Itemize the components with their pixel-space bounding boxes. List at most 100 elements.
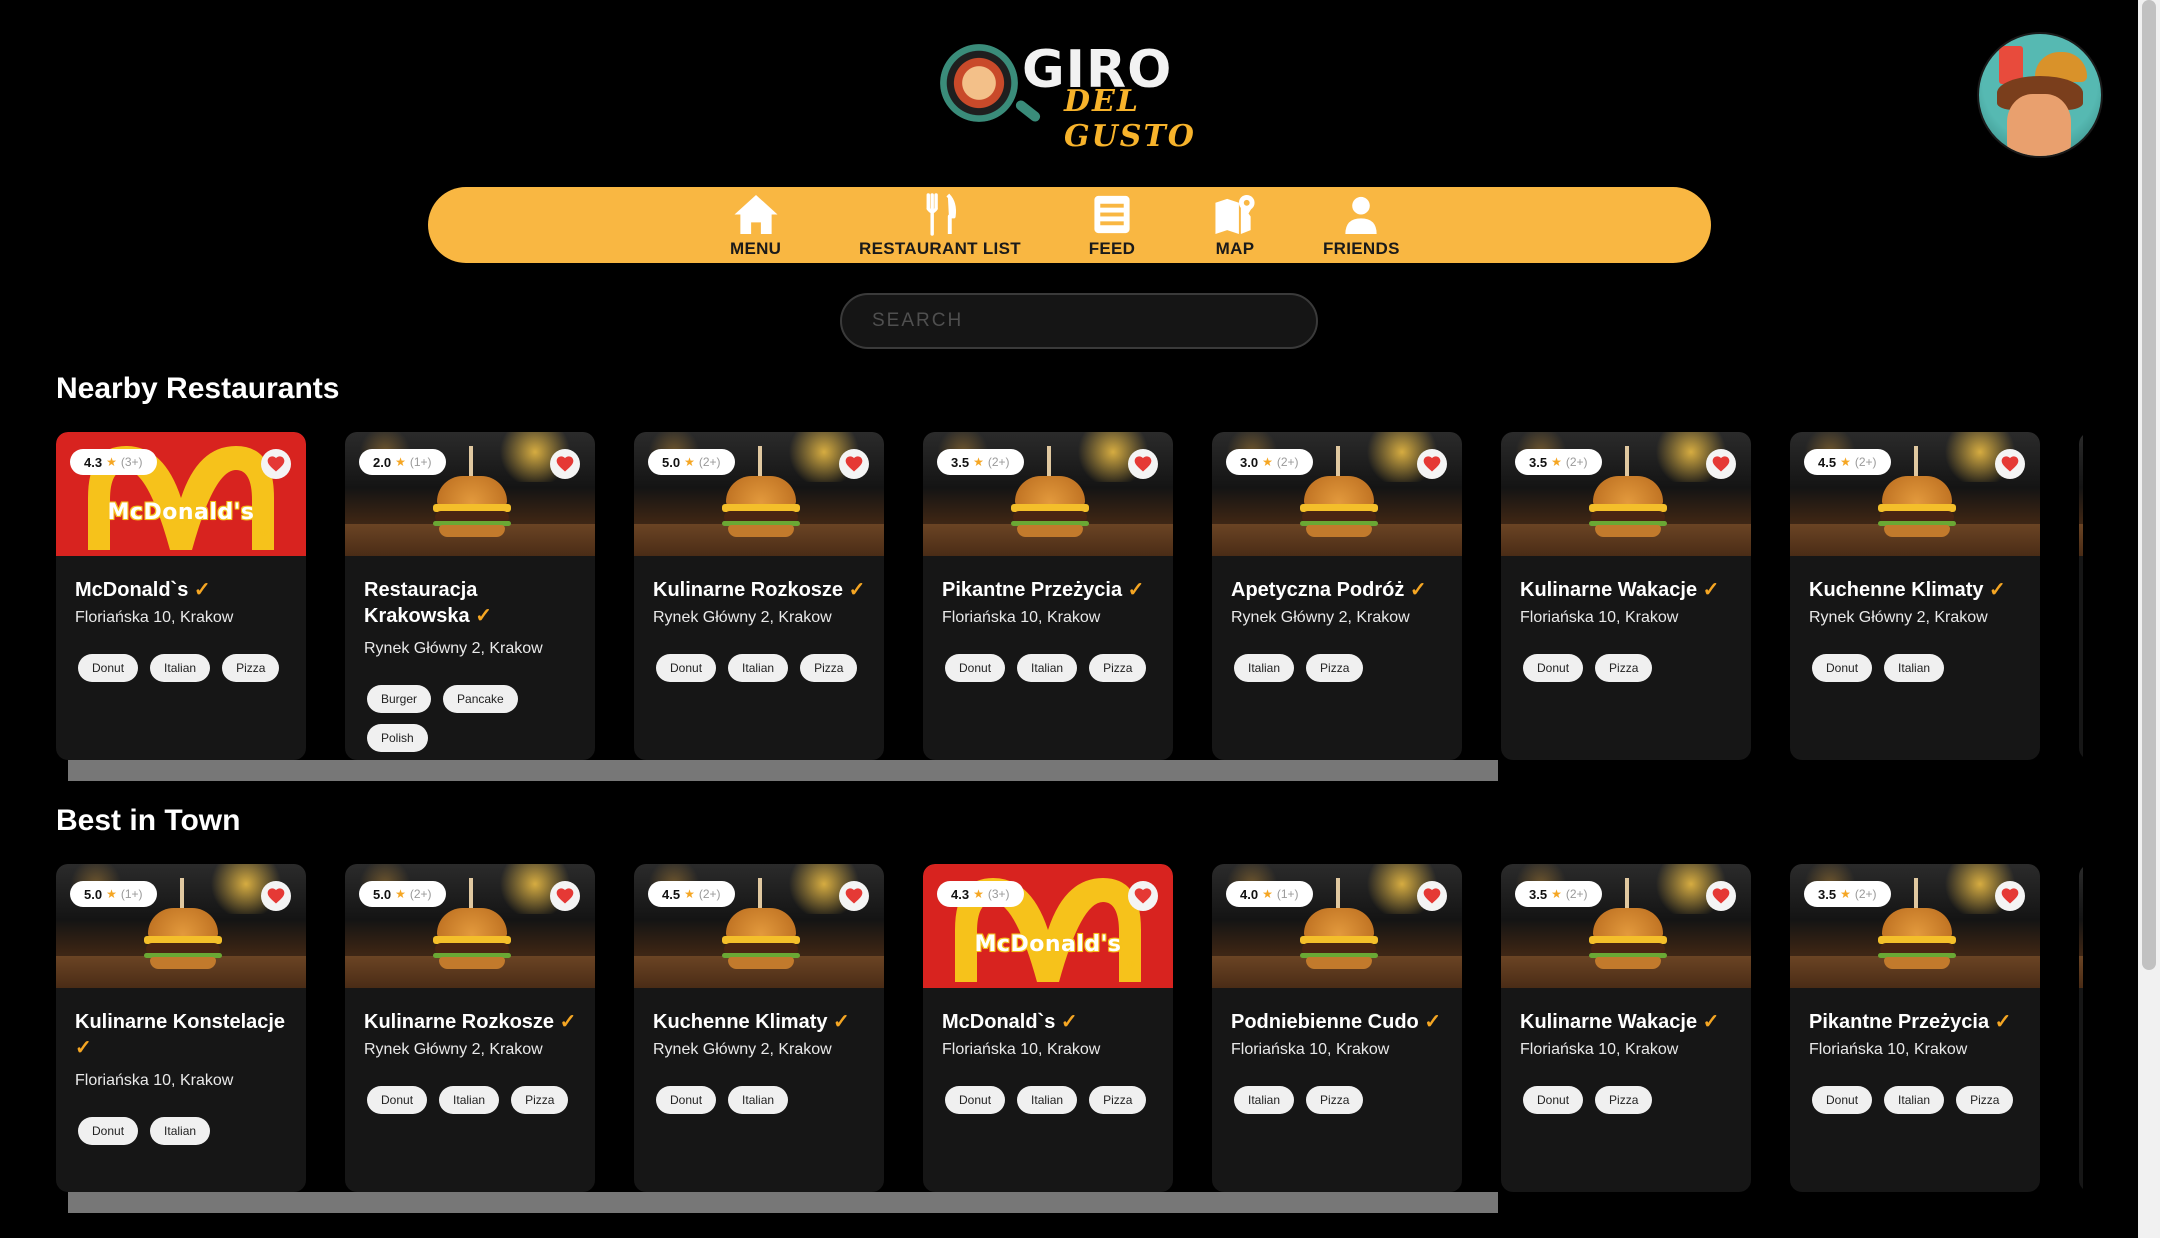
cuisine-tag[interactable]: Donut xyxy=(1523,654,1584,682)
favorite-button[interactable] xyxy=(550,449,580,479)
heart-icon xyxy=(556,456,574,472)
user-avatar[interactable] xyxy=(1977,32,2103,158)
cuisine-tag[interactable]: Italian xyxy=(1234,654,1295,682)
cuisine-tag[interactable]: Donut xyxy=(656,1086,717,1114)
restaurant-name[interactable]: Restauracja Krakowska ✓ xyxy=(364,577,586,629)
cuisine-tag[interactable]: Italian xyxy=(1017,1086,1078,1114)
favorite-button[interactable] xyxy=(1128,449,1158,479)
restaurant-card-partial[interactable] xyxy=(2079,432,2083,760)
favorite-button[interactable] xyxy=(550,881,580,911)
cuisine-tag[interactable]: Pancake xyxy=(443,685,518,713)
cuisine-tag[interactable]: Italian xyxy=(1017,654,1078,682)
cuisine-tag[interactable]: Italian xyxy=(728,1086,789,1114)
cuisine-tag[interactable]: Pizza xyxy=(1306,1086,1364,1114)
restaurant-name[interactable]: Kuchenne Klimaty ✓ xyxy=(653,1009,875,1035)
favorite-button[interactable] xyxy=(261,881,291,911)
app-logo[interactable]: GIRO DEL GUSTO xyxy=(934,36,1224,154)
cuisine-tag[interactable]: Donut xyxy=(367,1086,428,1114)
restaurant-card[interactable]: 3.5 ★ (2+) Kulinarne Wakacje ✓ Floriańska 10… xyxy=(1501,864,1751,1192)
favorite-button[interactable] xyxy=(839,449,869,479)
restaurant-card[interactable]: 5.0 ★ (2+) Kulinarne Rozkosze ✓ Rynek Główny… xyxy=(634,432,884,760)
restaurant-card[interactable]: 4.5 ★ (2+) Kuchenne Klimaty ✓ Rynek Główny 2… xyxy=(634,864,884,1192)
restaurant-name[interactable]: Podniebienne Cudo ✓ xyxy=(1231,1009,1453,1035)
restaurant-name[interactable]: McDonald`s ✓ xyxy=(942,1009,1164,1035)
cuisine-tag[interactable]: Pizza xyxy=(222,654,280,682)
favorite-button[interactable] xyxy=(1128,881,1158,911)
best-in-town-row[interactable]: 5.0 ★ (1+) Kulinarne Konstelacje ✓ Floriańsk… xyxy=(56,864,2083,1194)
cuisine-tag[interactable]: Burger xyxy=(367,685,432,713)
restaurant-name[interactable]: Pikantne Przeżycia ✓ xyxy=(942,577,1164,603)
restaurant-name[interactable]: Apetyczna Podróż ✓ xyxy=(1231,577,1453,603)
cuisine-tag[interactable]: Italian xyxy=(150,1117,211,1145)
page-scrollbar[interactable] xyxy=(2138,0,2160,1238)
nav-label-friends: FRIENDS xyxy=(1323,239,1400,258)
favorite-button[interactable] xyxy=(839,881,869,911)
cuisine-tag[interactable]: Pizza xyxy=(511,1086,569,1114)
restaurant-name[interactable]: Kulinarne Rozkosze ✓ xyxy=(653,577,875,603)
search-input[interactable] xyxy=(840,293,1318,349)
cuisine-tag[interactable]: Donut xyxy=(1812,654,1873,682)
nav-item-map[interactable]: MAP xyxy=(1211,193,1259,259)
cuisine-tags: Donut Italian Pizza xyxy=(656,654,866,682)
cuisine-tag[interactable]: Pizza xyxy=(1089,1086,1147,1114)
nav-item-menu[interactable]: MENU xyxy=(730,193,781,259)
cuisine-tag[interactable]: Donut xyxy=(945,1086,1006,1114)
restaurant-card[interactable]: 3.5 ★ (2+) Pikantne Przeżycia ✓ Floriańska 1… xyxy=(1790,864,2040,1192)
restaurant-name[interactable]: Kulinarne Konstelacje ✓ xyxy=(75,1009,297,1061)
cuisine-tag[interactable]: Italian xyxy=(1884,1086,1945,1114)
cuisine-tag[interactable]: Pizza xyxy=(1595,654,1653,682)
restaurant-card[interactable]: 5.0 ★ (2+) Kulinarne Rozkosze ✓ Rynek Główny… xyxy=(345,864,595,1192)
restaurant-card-partial[interactable] xyxy=(2079,864,2083,1192)
rating-count: (2+) xyxy=(698,455,721,469)
cuisine-tag[interactable]: Donut xyxy=(656,654,717,682)
cuisine-tag[interactable]: Donut xyxy=(1523,1086,1584,1114)
restaurant-card[interactable]: 3.5 ★ (2+) Pikantne Przeżycia ✓ Floriańska 1… xyxy=(923,432,1173,760)
nav-item-friends[interactable]: FRIENDS xyxy=(1323,193,1400,259)
cuisine-tag[interactable]: Donut xyxy=(945,654,1006,682)
favorite-button[interactable] xyxy=(1706,449,1736,479)
nav-item-restaurant-list[interactable]: RESTAURANT LIST xyxy=(859,193,1021,259)
best-row-scrollbar[interactable] xyxy=(68,1192,1498,1213)
cuisine-tag[interactable]: Italian xyxy=(1884,654,1945,682)
cuisine-tag[interactable]: Donut xyxy=(1812,1086,1873,1114)
cuisine-tag[interactable]: Pizza xyxy=(1595,1086,1653,1114)
nearby-restaurants-row[interactable]: McDonald's ® 4.3 ★ (3+) McDonald`s ✓ Floriańsk… xyxy=(56,432,2083,762)
fork-knife-icon xyxy=(926,193,956,236)
restaurant-name[interactable]: McDonald`s ✓ xyxy=(75,577,297,603)
restaurant-card[interactable]: McDonald's ® 4.3 ★ (3+) McDonald`s ✓ Floriańsk… xyxy=(56,432,306,760)
favorite-button[interactable] xyxy=(261,449,291,479)
restaurant-card[interactable]: 5.0 ★ (1+) Kulinarne Konstelacje ✓ Floriańsk… xyxy=(56,864,306,1192)
restaurant-card[interactable]: McDonald's ® 4.3 ★ (3+) McDonald`s ✓ Floriańsk… xyxy=(923,864,1173,1192)
favorite-button[interactable] xyxy=(1417,881,1447,911)
cuisine-tag[interactable]: Pizza xyxy=(1306,654,1364,682)
restaurant-name[interactable]: Pikantne Przeżycia ✓ xyxy=(1809,1009,2031,1035)
cuisine-tag[interactable]: Italian xyxy=(439,1086,500,1114)
nearby-row-scrollbar[interactable] xyxy=(68,760,1498,781)
restaurant-card[interactable]: 4.5 ★ (2+) Kuchenne Klimaty ✓ Rynek Główny 2… xyxy=(1790,432,2040,760)
cuisine-tag[interactable]: Italian xyxy=(1234,1086,1295,1114)
favorite-button[interactable] xyxy=(1417,449,1447,479)
favorite-button[interactable] xyxy=(1995,881,2025,911)
restaurant-card[interactable]: 3.0 ★ (2+) Apetyczna Podróż ✓ Rynek Główny 2… xyxy=(1212,432,1462,760)
heart-icon xyxy=(845,456,863,472)
restaurant-name[interactable]: Kulinarne Wakacje ✓ xyxy=(1520,577,1742,603)
page-scrollbar-thumb[interactable] xyxy=(2142,0,2156,970)
rating-count: (1+) xyxy=(120,887,143,901)
restaurant-card[interactable]: 2.0 ★ (1+) Restauracja Krakowska ✓ Rynek Głó… xyxy=(345,432,595,760)
restaurant-name[interactable]: Kulinarne Wakacje ✓ xyxy=(1520,1009,1742,1035)
restaurant-name[interactable]: Kuchenne Klimaty ✓ xyxy=(1809,577,2031,603)
cuisine-tag[interactable]: Pizza xyxy=(800,654,858,682)
favorite-button[interactable] xyxy=(1706,881,1736,911)
restaurant-card[interactable]: 4.0 ★ (1+) Podniebienne Cudo ✓ Floriańska 10… xyxy=(1212,864,1462,1192)
favorite-button[interactable] xyxy=(1995,449,2025,479)
cuisine-tag[interactable]: Pizza xyxy=(1089,654,1147,682)
cuisine-tag[interactable]: Pizza xyxy=(1956,1086,2014,1114)
restaurant-card[interactable]: 3.5 ★ (2+) Kulinarne Wakacje ✓ Floriańska 10… xyxy=(1501,432,1751,760)
cuisine-tag[interactable]: Polish xyxy=(367,724,428,752)
cuisine-tag[interactable]: Donut xyxy=(78,1117,139,1145)
nav-item-feed[interactable]: FEED xyxy=(1088,193,1136,259)
cuisine-tag[interactable]: Italian xyxy=(150,654,211,682)
restaurant-name[interactable]: Kulinarne Rozkosze ✓ xyxy=(364,1009,586,1035)
cuisine-tag[interactable]: Donut xyxy=(78,654,139,682)
cuisine-tag[interactable]: Italian xyxy=(728,654,789,682)
